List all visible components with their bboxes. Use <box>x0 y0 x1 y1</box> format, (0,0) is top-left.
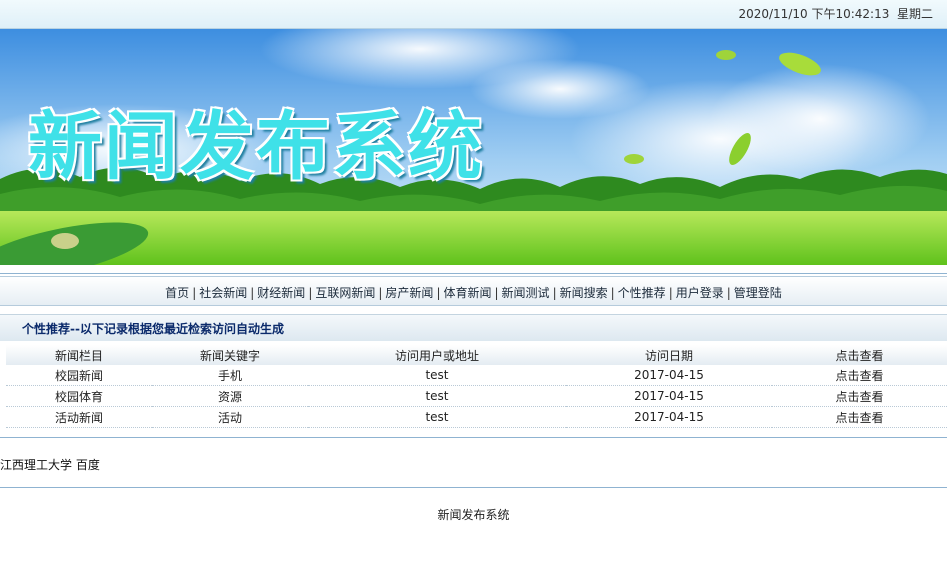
nav-link[interactable]: 新闻测试 <box>502 286 550 300</box>
view-link[interactable]: 点击查看 <box>772 406 947 428</box>
nav-link[interactable]: 体育新闻 <box>443 286 491 300</box>
section-title: 个性推荐--以下记录根据您最近检索访问自动生成 <box>22 322 284 336</box>
cell-date: 2017-04-15 <box>566 385 772 407</box>
nav-link[interactable]: 互联网新闻 <box>315 286 375 300</box>
column-header-date: 访问日期 <box>566 345 772 365</box>
column-header-user: 访问用户或地址 <box>308 345 566 365</box>
nav-separator: | <box>494 286 499 300</box>
cell-category: 校园新闻 <box>6 365 152 386</box>
cell-date: 2017-04-15 <box>566 365 772 386</box>
nav-separator: | <box>378 286 383 300</box>
nav-separator: | <box>436 286 441 300</box>
view-link[interactable]: 点击查看 <box>772 385 947 407</box>
nav-link[interactable]: 财经新闻 <box>257 286 305 300</box>
cell-category: 活动新闻 <box>6 406 152 428</box>
cell-user: test <box>308 406 566 428</box>
nav-separator: | <box>610 286 615 300</box>
table-header-row: 新闻栏目 新闻关键字 访问用户或地址 访问日期 点击查看 <box>6 345 947 365</box>
link-jxust[interactable]: 江西理工大学 <box>0 458 72 472</box>
link-baidu[interactable]: 百度 <box>76 458 100 472</box>
recommend-table: 新闻栏目 新闻关键字 访问用户或地址 访问日期 点击查看 校园新闻 手机 tes… <box>6 345 947 428</box>
nav-separator: | <box>250 286 255 300</box>
table-row: 校园体育 资源 test 2017-04-15 点击查看 <box>6 385 947 407</box>
main-nav: 首页 | 社会新闻 | 财经新闻 | 互联网新闻 | 房产新闻 | 体育新闻 | 新闻测试 | 新闻搜索 | 个… <box>0 276 947 306</box>
nav-separator: | <box>726 286 731 300</box>
clock: 2020/11/10 下午10:42:13 星期二 <box>738 5 933 22</box>
nav-link[interactable]: 首页 <box>165 286 189 300</box>
table-row: 校园新闻 手机 test 2017-04-15 点击查看 <box>6 365 947 386</box>
divider <box>0 273 947 274</box>
column-header-keyword: 新闻关键字 <box>152 345 308 365</box>
clock-weekday: 星期二 <box>896 7 933 21</box>
nav-link[interactable]: 新闻搜索 <box>560 286 608 300</box>
nav-link[interactable]: 房产新闻 <box>385 286 433 300</box>
friend-links: 江西理工大学 百度 <box>0 456 100 473</box>
table-row: 活动新闻 活动 test 2017-04-15 点击查看 <box>6 406 947 428</box>
view-link[interactable]: 点击查看 <box>772 365 947 386</box>
nav-link[interactable]: 用户登录 <box>676 286 724 300</box>
cell-user: test <box>308 365 566 386</box>
cell-user: test <box>308 385 566 407</box>
top-bar: 2020/11/10 下午10:42:13 星期二 <box>0 0 947 29</box>
cell-keyword: 活动 <box>152 406 308 428</box>
header-banner: 新闻发布系统 <box>0 29 947 265</box>
cell-keyword: 资源 <box>152 385 308 407</box>
recommend-section-header: 个性推荐--以下记录根据您最近检索访问自动生成 <box>0 314 947 341</box>
clock-datetime: 2020/11/10 下午10:42:13 <box>738 7 890 21</box>
nav-link[interactable]: 个性推荐 <box>618 286 666 300</box>
nav-link[interactable]: 社会新闻 <box>199 286 247 300</box>
divider <box>0 437 947 438</box>
cell-category: 校园体育 <box>6 385 152 407</box>
column-header-category: 新闻栏目 <box>6 345 152 365</box>
divider <box>0 487 947 488</box>
nav-separator: | <box>308 286 313 300</box>
cell-date: 2017-04-15 <box>566 406 772 428</box>
nav-links: 首页 | 社会新闻 | 财经新闻 | 互联网新闻 | 房产新闻 | 体育新闻 | 新闻测试 | 新闻搜索 | 个… <box>0 284 947 301</box>
cell-keyword: 手机 <box>152 365 308 386</box>
banner-title: 新闻发布系统 <box>28 104 484 190</box>
column-header-view: 点击查看 <box>772 345 947 365</box>
nav-link[interactable]: 管理登陆 <box>734 286 782 300</box>
site-footer: 新闻发布系统 <box>437 508 510 522</box>
nav-separator: | <box>192 286 197 300</box>
nav-separator: | <box>668 286 673 300</box>
nav-separator: | <box>552 286 557 300</box>
